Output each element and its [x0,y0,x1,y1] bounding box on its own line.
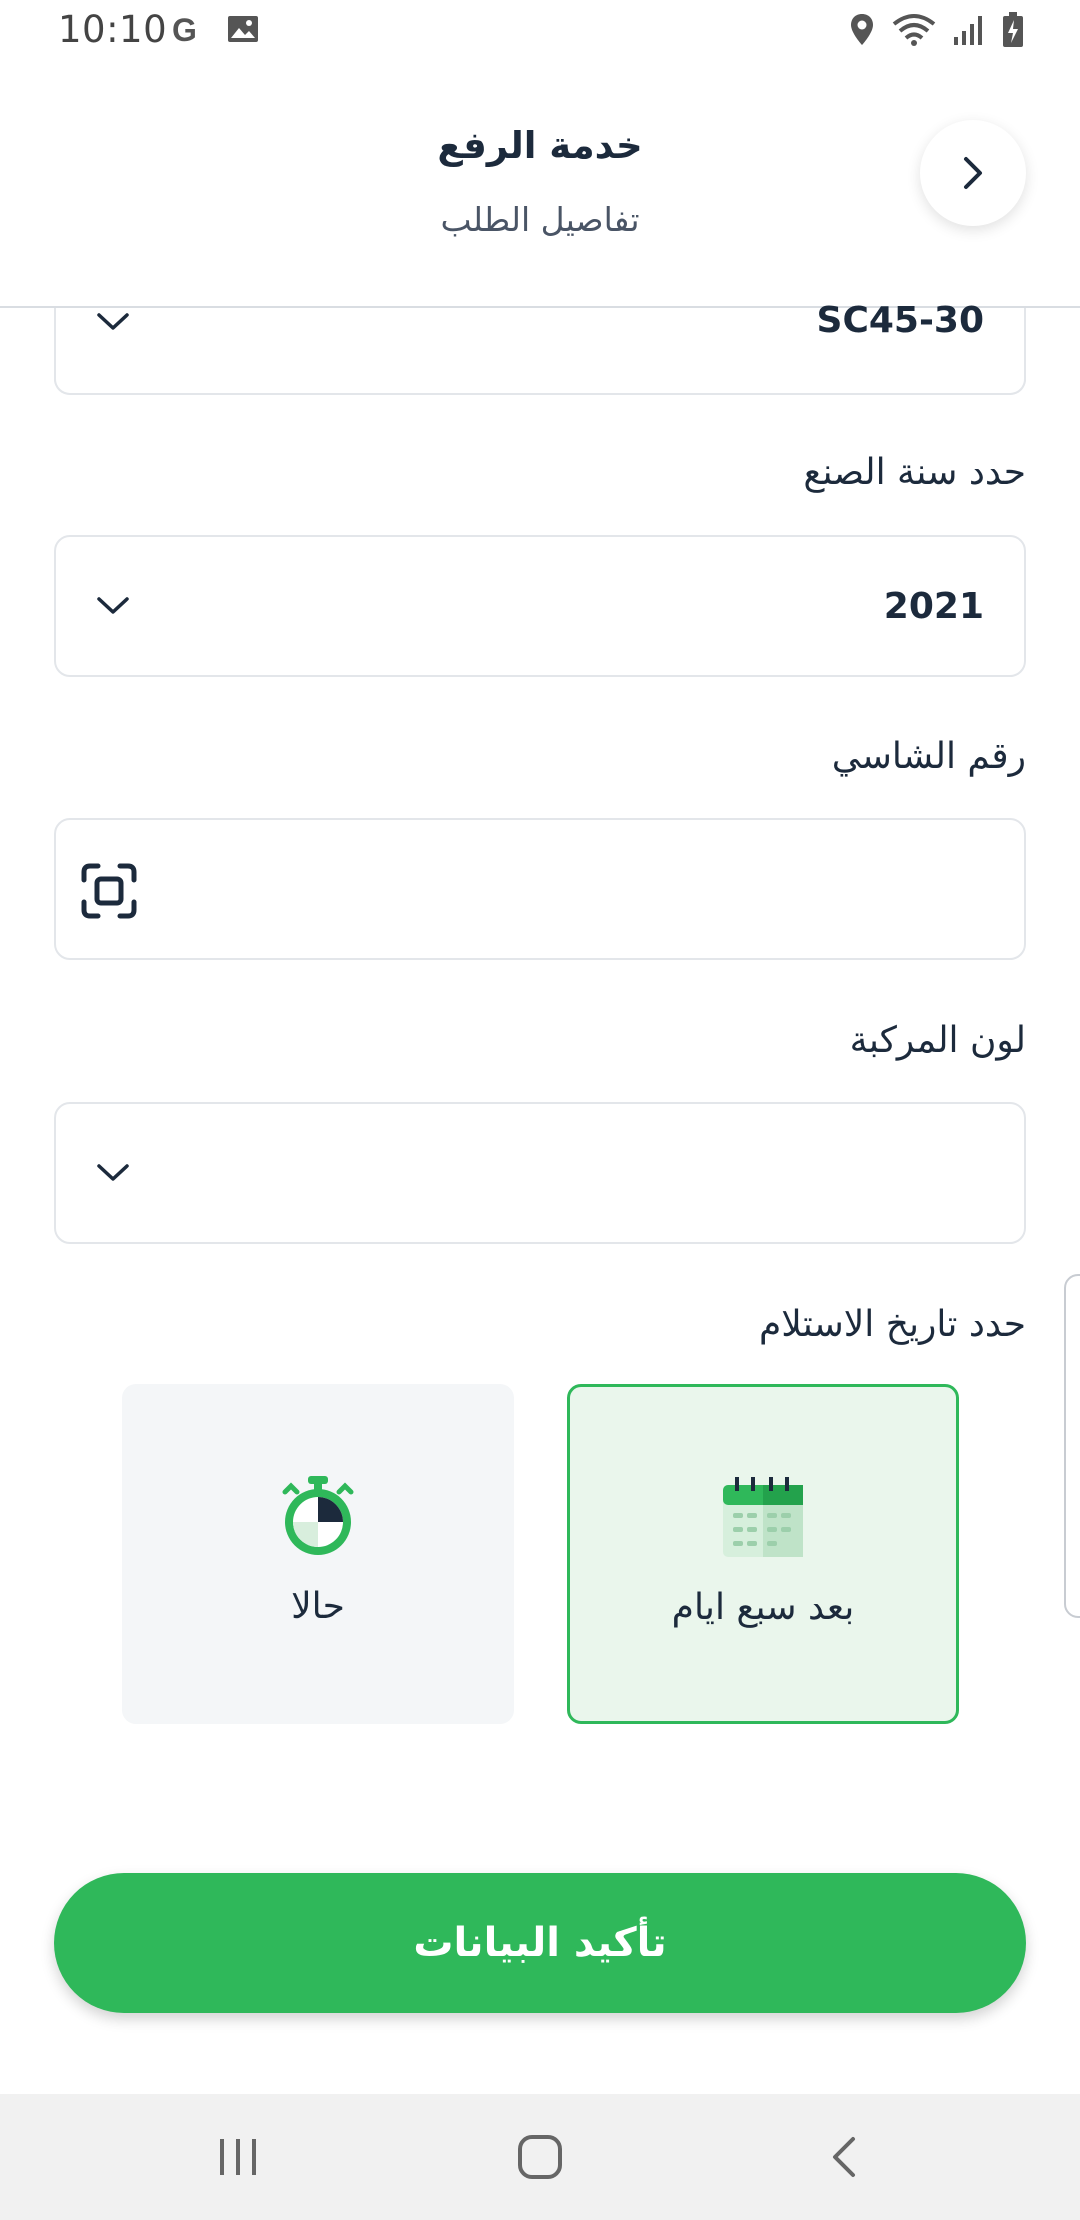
image-icon [226,12,260,50]
battery-charging-icon [1002,12,1024,52]
year-select[interactable]: 2021 [54,535,1026,677]
status-bar: 10:10 G [0,0,1080,64]
model-select-visible[interactable]: SC45-30 [54,300,1026,395]
back-button-overlay[interactable] [920,120,1026,226]
page-subtitle-overlay: تفاصيل الطلب [440,200,640,239]
wifi-icon [892,12,936,52]
side-drawer-handle[interactable] [1064,1274,1080,1618]
delivery-option-week-label: بعد سبع ايام [671,1587,855,1628]
color-select[interactable] [54,1102,1026,1244]
year-label: حدد سنة الصنع [803,452,1026,493]
scan-icon[interactable] [80,862,138,924]
screen: 10:10 G خدمة الرفع تفاصيل الطلب SC45-30 … [0,0,1080,2220]
system-nav-bar [0,2094,1080,2220]
delivery-option-now-label: حالا [291,1586,345,1627]
home-icon[interactable] [460,2094,620,2220]
signal-icon [952,13,986,51]
recent-apps-icon[interactable] [158,2094,318,2220]
year-value: 2021 [883,585,984,627]
model-value-visible: SC45-30 [816,300,984,341]
color-label: لون المركبة [849,1020,1026,1061]
stopwatch-icon [124,1474,512,1558]
page-title-overlay: خدمة الرفع [437,124,643,167]
svg-text:G: G [172,12,197,46]
delivery-option-now[interactable]: حالا [122,1384,514,1724]
location-icon [848,12,876,52]
chassis-label: رقم الشاسي [831,736,1026,777]
chevron-right-icon [964,157,982,189]
delivery-option-week[interactable]: بعد سبع ايام [567,1384,959,1724]
chevron-down-icon [96,312,130,336]
status-time: 10:10 [58,8,168,51]
confirm-button[interactable]: تأكيد البيانات [54,1873,1026,2013]
google-icon: G [170,12,204,50]
chassis-input[interactable] [54,818,1026,960]
chevron-down-icon [96,537,130,675]
calendar-icon [570,1475,956,1559]
chevron-down-icon [96,1104,130,1242]
back-icon[interactable] [764,2094,924,2220]
delivery-label: حدد تاريخ الاستلام [758,1304,1026,1345]
header-backdrop [0,64,1080,308]
